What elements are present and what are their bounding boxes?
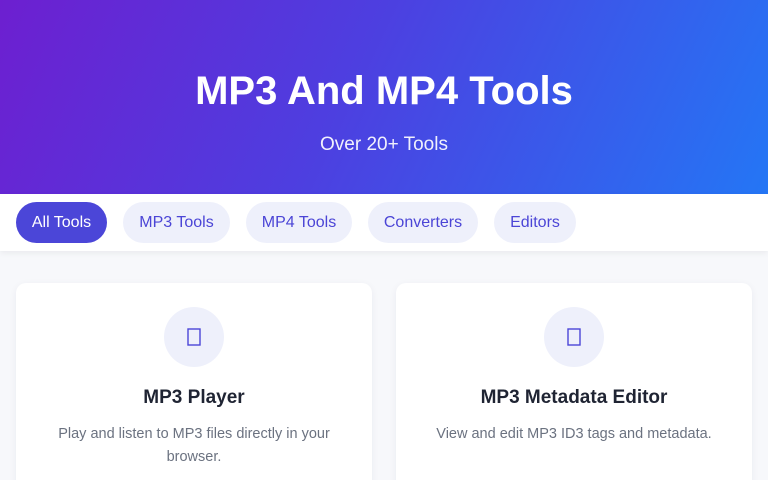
filter-all-tools[interactable]: All Tools bbox=[16, 202, 107, 243]
page-title: MP3 And MP4 Tools bbox=[195, 69, 573, 113]
tool-card-title: MP3 Metadata Editor bbox=[480, 387, 668, 408]
filter-editors[interactable]: Editors bbox=[494, 202, 576, 243]
filter-mp4-tools[interactable]: MP4 Tools bbox=[246, 202, 352, 243]
filter-converters[interactable]: Converters bbox=[368, 202, 478, 243]
tag-edit-icon bbox=[544, 307, 604, 367]
tool-card-title: MP3 Player bbox=[143, 387, 245, 408]
page-subtitle: Over 20+ Tools bbox=[320, 134, 448, 155]
tool-card-description: Play and listen to MP3 files directly in… bbox=[58, 426, 330, 465]
tool-card-mp3-player[interactable]: MP3 Player Play and listen to MP3 files … bbox=[16, 283, 372, 480]
tool-card-description: View and edit MP3 ID3 tags and metadata. bbox=[436, 426, 712, 442]
category-filter-bar: All Tools MP3 Tools MP4 Tools Converters… bbox=[0, 194, 768, 251]
music-player-icon bbox=[164, 307, 224, 367]
tool-card-mp3-metadata-editor[interactable]: MP3 Metadata Editor View and edit MP3 ID… bbox=[396, 283, 752, 480]
filter-mp3-tools[interactable]: MP3 Tools bbox=[123, 202, 230, 243]
hero-banner: MP3 And MP4 Tools Over 20+ Tools bbox=[0, 0, 768, 194]
